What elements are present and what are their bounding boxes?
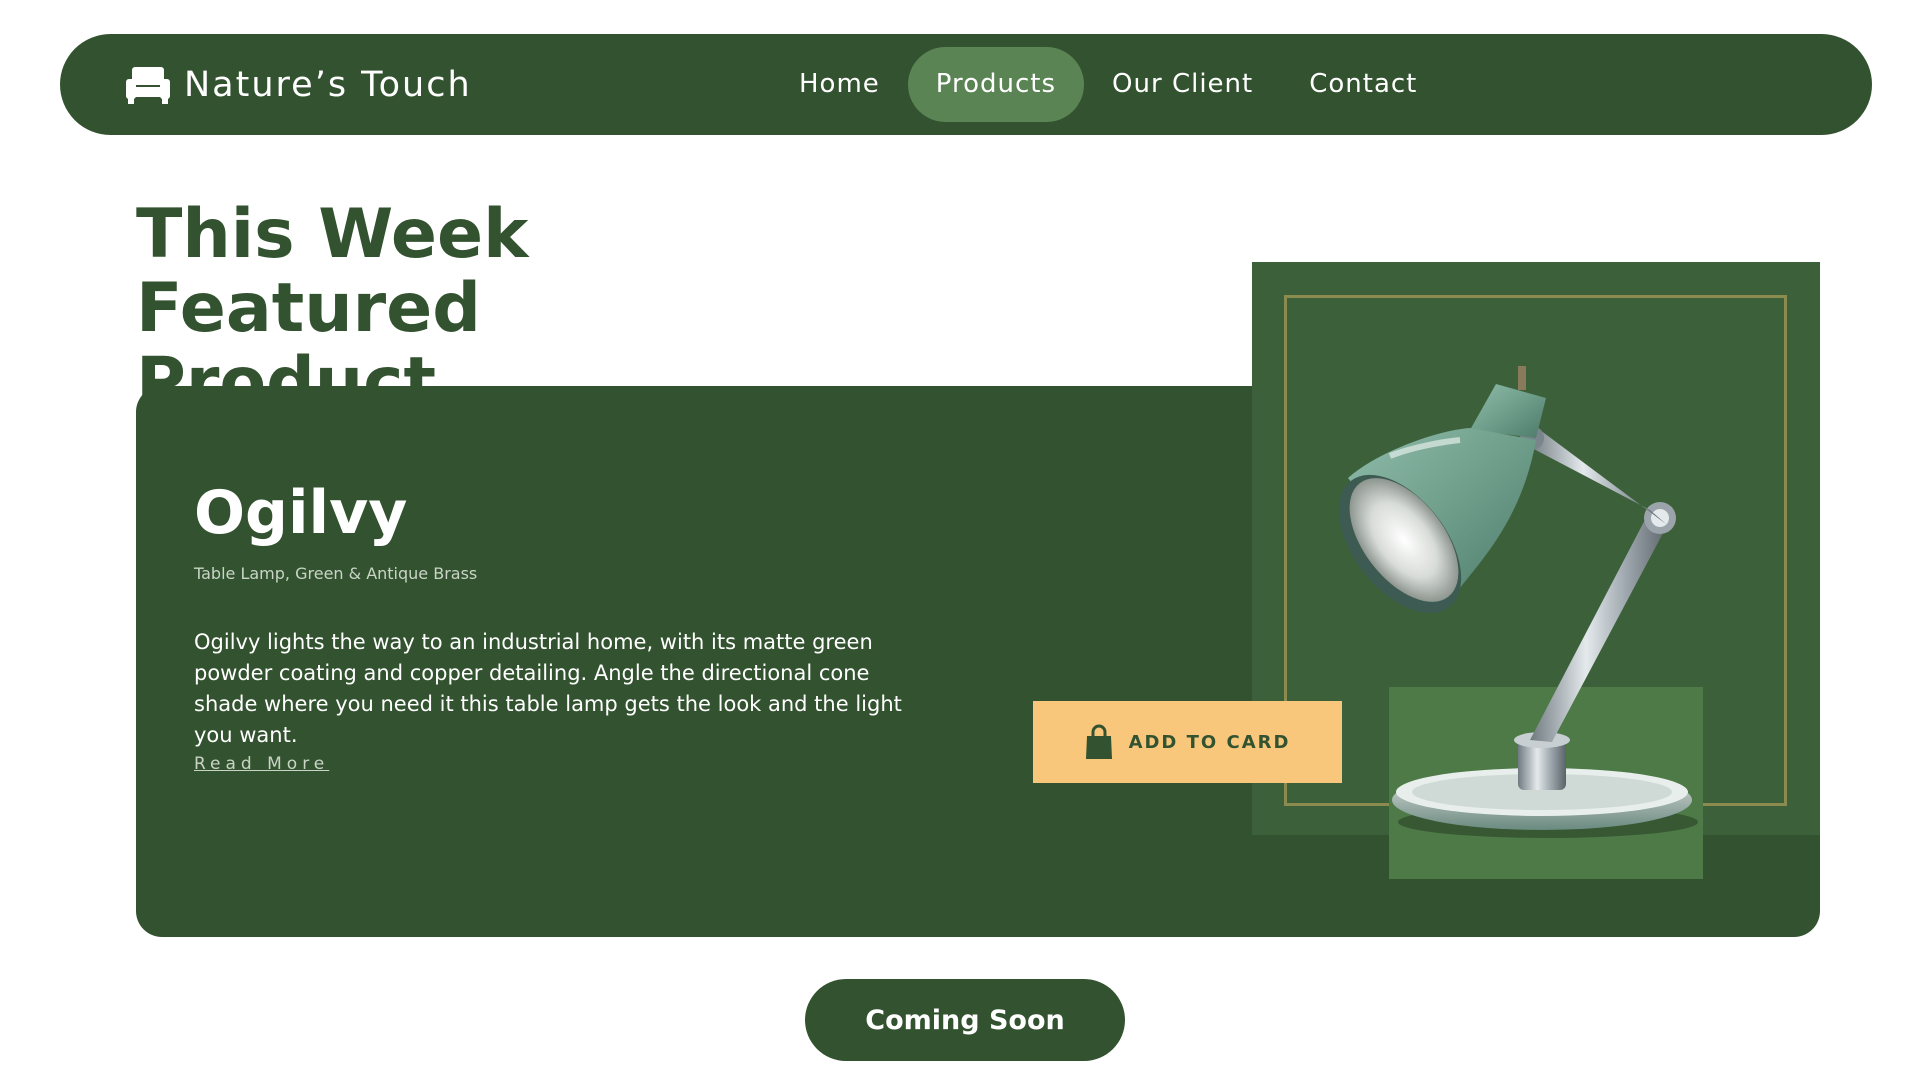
product-name: Ogilvy (194, 478, 408, 548)
read-more-link[interactable]: Read More (194, 754, 329, 774)
product-description: Ogilvy lights the way to an industrial h… (194, 630, 902, 747)
desk-lamp-image (1338, 366, 1698, 838)
page: Nature’s Touch Home Products Our Client … (0, 0, 1920, 1080)
nav-item-contact[interactable]: Contact (1281, 47, 1445, 122)
nav-item-our-client[interactable]: Our Client (1084, 47, 1281, 122)
nav-item-home[interactable]: Home (771, 47, 908, 122)
brand-name: Nature’s Touch (184, 64, 472, 105)
shopping-bag-icon (1085, 724, 1112, 759)
nav-item-products[interactable]: Products (907, 47, 1085, 122)
product-subtitle: Table Lamp, Green & Antique Brass (194, 564, 478, 583)
brand[interactable]: Nature’s Touch (126, 34, 472, 135)
nav-links: Home Products Our Client Contact (771, 47, 1445, 122)
coming-soon-button[interactable]: Coming Soon (805, 979, 1125, 1061)
sofa-icon (126, 66, 170, 104)
add-to-card-button[interactable]: ADD TO CARD (1033, 701, 1342, 783)
navbar: Nature’s Touch Home Products Our Client … (60, 34, 1872, 135)
featured-heading-line1: This Week Featured (136, 195, 529, 348)
add-to-card-label: ADD TO CARD (1128, 731, 1291, 753)
